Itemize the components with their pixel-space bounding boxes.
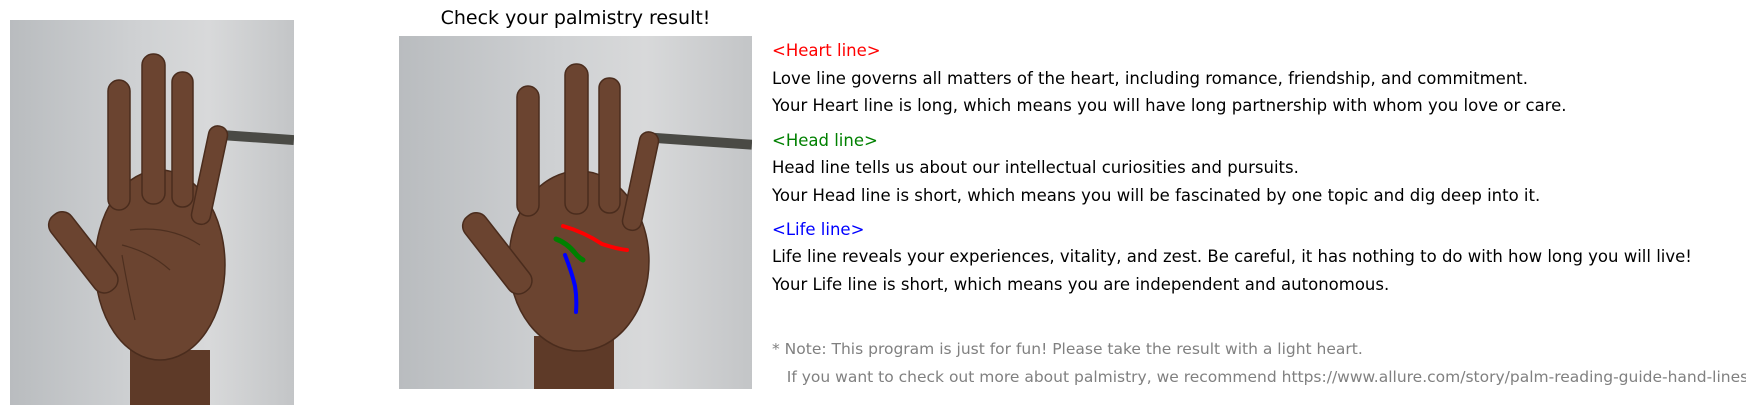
heart-line-result: Your Heart line is long, which means you…: [772, 96, 1567, 115]
head-line-description: Head line tells us about our intellectua…: [772, 158, 1299, 177]
result-title: Check your palmistry result!: [440, 7, 711, 29]
head-line-result: Your Head line is short, which means you…: [772, 186, 1541, 205]
life-line-description: Life line reveals your experiences, vita…: [772, 247, 1692, 266]
fun-note: * Note: This program is just for fun! Pl…: [772, 340, 1363, 358]
original-palm-image: [10, 20, 294, 405]
palm-photo-drawing: [47, 53, 294, 405]
palmistry-reference-note: If you want to check out more about palm…: [772, 368, 1746, 386]
palm-photo-drawing: [461, 63, 752, 389]
result-palm-image: [399, 36, 752, 389]
life-line-result: Your Life line is short, which means you…: [772, 275, 1390, 294]
head-line-heading: <Head line>: [772, 131, 878, 150]
heart-line-description: Love line governs all matters of the hea…: [772, 69, 1528, 88]
life-line-heading: <Life line>: [772, 220, 865, 239]
heart-line-heading: <Heart line>: [772, 41, 881, 60]
